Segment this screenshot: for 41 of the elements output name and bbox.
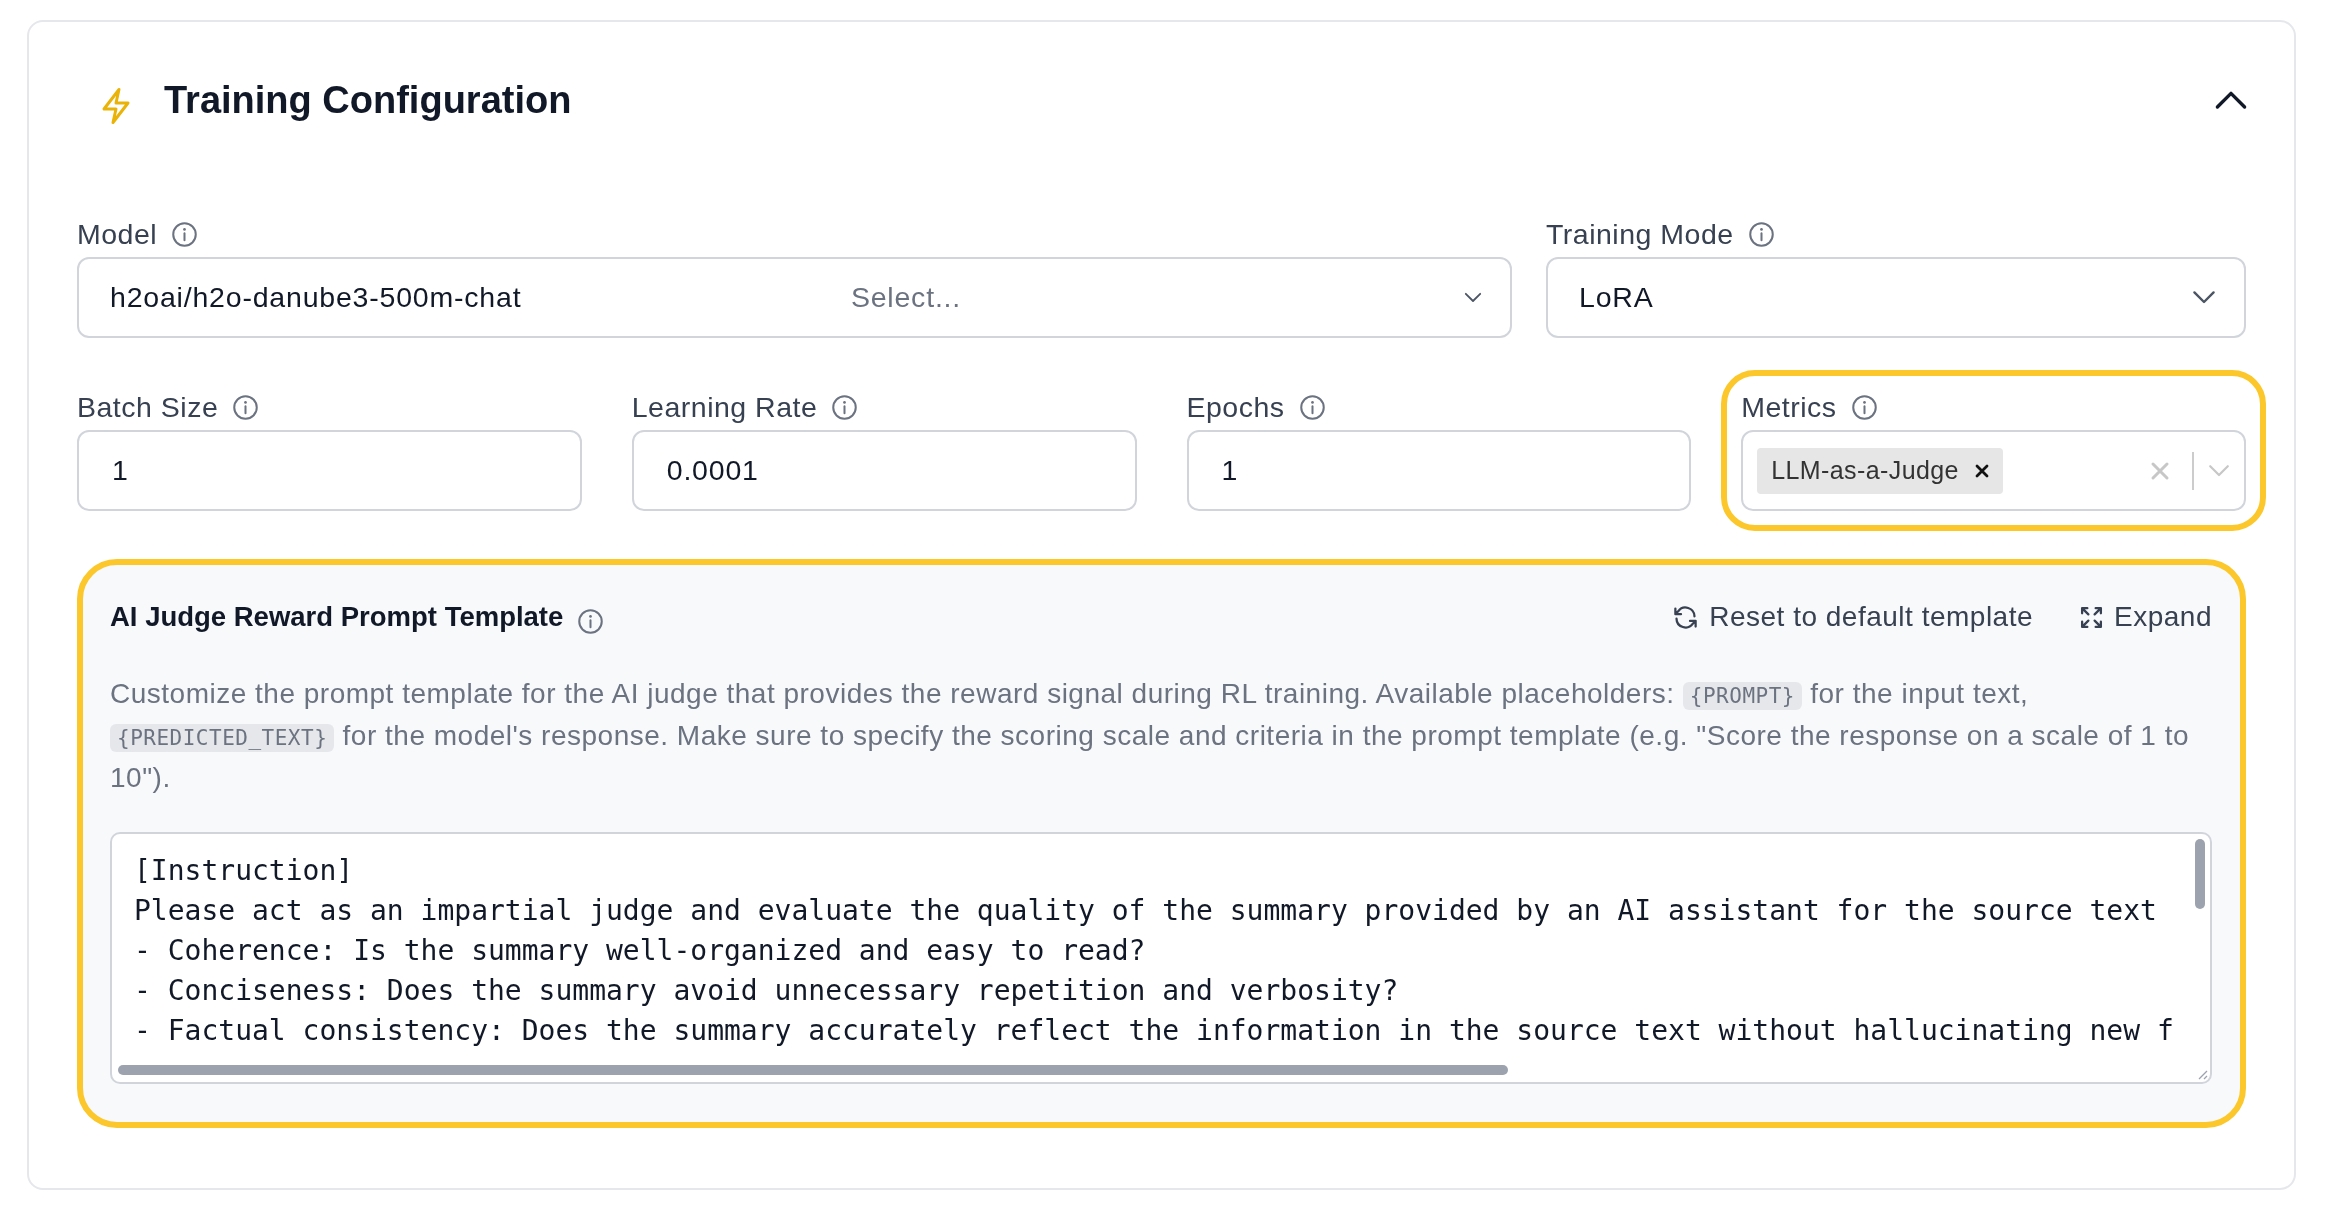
close-icon (2150, 460, 2170, 481)
info-icon (1298, 393, 1326, 421)
input-field[interactable]: 1 (77, 430, 582, 511)
description-text: Customize the prompt template for the AI judge that provides the reward signal during RL training. Available placeholders: {PROMPT} for the input text, {PREDICTED_TEXT} for the model's response. Make sure to specify the scoring scale and criteria in the prompt template (e.g. "Score the response on a scale of 1 to 10"). (110, 677, 2191, 795)
info-icon (1850, 393, 1878, 421)
scrollbar[interactable] (118, 1065, 1508, 1075)
clear-button[interactable] (2150, 460, 2170, 481)
info-icon (1747, 220, 1775, 248)
select-field[interactable]: LoRA (1546, 257, 2246, 338)
expand-button[interactable]: Expand (2079, 601, 2212, 633)
field-label: Metrics (1741, 390, 1837, 424)
input-field[interactable]: 0.0001 (631, 430, 1137, 511)
collapse-button[interactable] (2214, 89, 2248, 111)
multiselect-field[interactable]: LLM-as-a-Judge (1741, 430, 2246, 511)
resize-handle-icon (2196, 1068, 2208, 1080)
chevron-down-icon (2192, 290, 2216, 305)
field-label: Batch Size (77, 390, 219, 424)
info-icon (831, 393, 859, 421)
field-label: Training Mode (1546, 217, 1734, 251)
close-icon (1974, 463, 1989, 478)
chevron-down-icon (2208, 463, 2230, 478)
input-field[interactable]: 1 (1186, 430, 1692, 511)
chevron-down-icon (1464, 292, 1482, 303)
reset-template-button[interactable]: Reset to default template (1672, 601, 2034, 633)
section-title: Training Configuration (164, 78, 572, 122)
select-field[interactable]: h2oai/h2o-danube3-500m-chat Select... (77, 257, 1512, 338)
remove-tag-button[interactable] (1974, 463, 1989, 478)
info-icon (171, 220, 199, 248)
dropdown-button[interactable] (2208, 463, 2230, 478)
tag-label: LLM-as-a-Judge (1771, 456, 1959, 485)
scrollbar[interactable] (2195, 839, 2205, 909)
field-label: Epochs (1186, 390, 1285, 424)
panel-title: AI Judge Reward Prompt Template (110, 601, 564, 633)
template-textarea[interactable]: [Instruction] Please act as an impartial judge and evaluate the quality of the summary provided by an AI assistant for the source text - Coherence: Is the summary well-organized and easy to read? - Conciseness: Does the summary avoid unnecessary repetition and verbosity? - Factual consistency: Does the summary accurately reflect the information in the source text without hallucinating new f (110, 832, 2212, 1084)
chevron-up-icon (2214, 89, 2248, 111)
field-label: Learning Rate (631, 390, 818, 424)
info-icon (577, 607, 605, 635)
field-label: Model (77, 217, 158, 251)
expand-icon (2079, 604, 2105, 630)
info-icon (232, 393, 260, 421)
refresh-icon (1672, 603, 1700, 631)
